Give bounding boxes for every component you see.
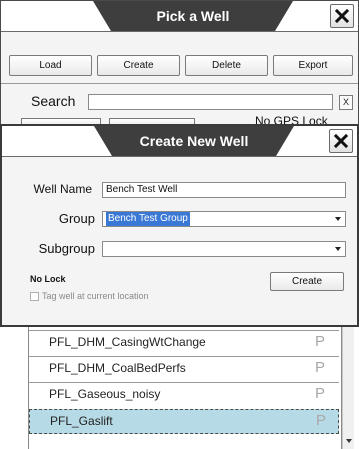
create-button[interactable]: Create — [97, 55, 180, 76]
well-flag: P — [316, 412, 327, 429]
export-button[interactable]: Export — [273, 55, 353, 76]
pick-well-title: Pick a Well — [93, 1, 293, 31]
close-icon — [335, 9, 349, 23]
well-name: PFL_Gaseous_noisy — [49, 387, 161, 401]
clear-search-button[interactable]: X — [339, 95, 353, 110]
search-label: Search — [31, 93, 76, 109]
well-name: PFL_DHM_CasingWtChange — [49, 335, 206, 349]
well-list: PFL_DHM_CasingWtChange P PFL_DHM_CoalBed… — [28, 327, 342, 449]
list-item-selected[interactable]: PFL_Gaslift P — [29, 409, 339, 434]
chevron-down-icon — [335, 247, 341, 251]
well-name: PFL_Gaslift — [50, 414, 113, 428]
group-label: Group — [58, 211, 95, 226]
create-well-title: Create New Well — [94, 126, 294, 156]
list-scrollbar[interactable] — [342, 327, 354, 449]
well-flag: P — [315, 385, 326, 402]
create-well-dialog: Create New Well Well Name Bench Test Wel… — [0, 124, 359, 327]
title-divider — [2, 156, 357, 157]
group-selected-value: Bench Test Group — [106, 212, 190, 226]
well-name-label: Well Name — [33, 182, 92, 196]
lock-status-text: No Lock — [30, 274, 66, 284]
chevron-down-icon[interactable] — [346, 439, 352, 443]
close-icon — [334, 134, 348, 148]
tag-location-checkbox[interactable] — [30, 292, 39, 301]
list-item[interactable]: PFL_DHM_CoalBedPerfs P — [29, 356, 339, 381]
list-item[interactable]: PFL_Gaseous_noisy P — [29, 382, 339, 407]
chevron-down-icon — [335, 217, 341, 221]
tag-location-label: Tag well at current location — [42, 291, 149, 301]
subgroup-label: Subgroup — [38, 241, 95, 256]
well-name: PFL_DHM_CoalBedPerfs — [49, 361, 186, 375]
toolbar-divider — [1, 83, 358, 84]
gps-status-text: No GPS Lock — [255, 114, 328, 124]
well-flag: P — [315, 359, 326, 376]
pick-well-close-button[interactable] — [330, 4, 354, 28]
title-divider — [1, 31, 358, 32]
create-well-close-button[interactable] — [329, 129, 353, 153]
load-button[interactable]: Load — [9, 55, 92, 76]
create-well-titlebar: Create New Well — [2, 126, 357, 156]
pick-well-titlebar: Pick a Well — [1, 1, 358, 31]
delete-button[interactable]: Delete — [185, 55, 268, 76]
create-well-button[interactable]: Create — [270, 272, 344, 291]
group-select[interactable]: Bench Test Group — [102, 211, 346, 227]
app-screen: Pick a Well Load Create Delete Export Se… — [0, 0, 359, 449]
well-flag: P — [315, 333, 326, 350]
well-name-input[interactable]: Bench Test Well — [102, 182, 346, 198]
pick-well-dialog: Pick a Well Load Create Delete Export Se… — [0, 0, 359, 128]
list-item[interactable]: PFL_DHM_CasingWtChange P — [29, 330, 339, 355]
subgroup-select[interactable] — [102, 241, 346, 257]
search-input[interactable] — [88, 94, 333, 110]
